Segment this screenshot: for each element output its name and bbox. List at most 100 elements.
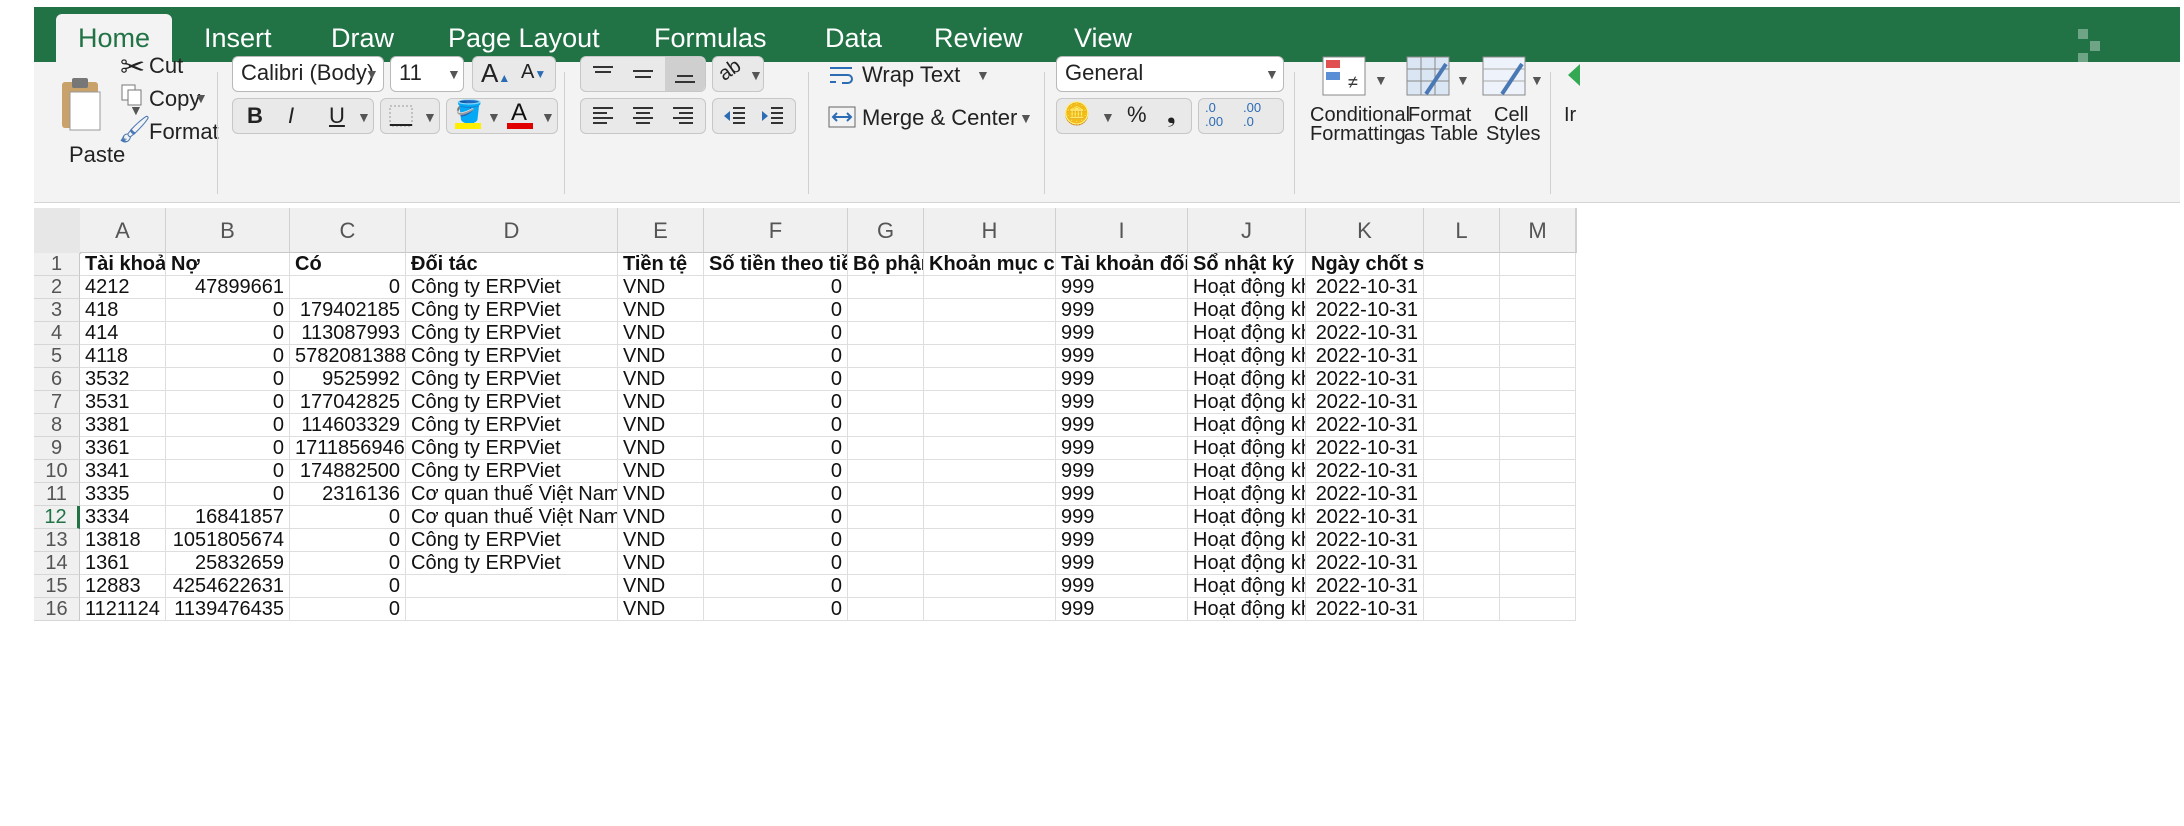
- table-cell[interactable]: 16841857: [166, 506, 290, 529]
- table-cell[interactable]: 0: [704, 414, 848, 437]
- table-cell[interactable]: 0: [290, 575, 406, 598]
- table-cell[interactable]: 999: [1056, 483, 1188, 506]
- wrap-text-dropdown-icon[interactable]: ▼: [976, 67, 990, 83]
- table-cell[interactable]: VND: [618, 391, 704, 414]
- row-header[interactable]: 13: [34, 529, 80, 552]
- header-cell[interactable]: Số tiền theo tiền tệ: [704, 253, 848, 276]
- table-cell[interactable]: Hoạt động khác: [1188, 345, 1306, 368]
- table-cell[interactable]: Công ty ERPViet: [406, 368, 618, 391]
- table-cell[interactable]: Hoạt động khác: [1188, 276, 1306, 299]
- table-cell[interactable]: [848, 460, 924, 483]
- table-cell[interactable]: 999: [1056, 276, 1188, 299]
- header-cell[interactable]: Bộ phận: [848, 253, 924, 276]
- table-cell[interactable]: [924, 483, 1056, 506]
- table-cell[interactable]: Công ty ERPViet: [406, 276, 618, 299]
- table-cell[interactable]: VND: [618, 345, 704, 368]
- table-cell[interactable]: 999: [1056, 506, 1188, 529]
- accounting-format-icon[interactable]: 🪙: [1063, 101, 1090, 127]
- table-cell[interactable]: 0: [290, 529, 406, 552]
- table-cell[interactable]: 2022-10-31: [1306, 437, 1424, 460]
- table-cell[interactable]: 2022-10-31: [1306, 276, 1424, 299]
- table-cell[interactable]: 999: [1056, 460, 1188, 483]
- font-family-select[interactable]: Calibri (Body) ▼: [232, 56, 384, 92]
- table-cell[interactable]: [924, 276, 1056, 299]
- tab-draw[interactable]: Draw: [331, 14, 394, 62]
- row-header[interactable]: 1: [34, 253, 80, 276]
- table-cell[interactable]: 2022-10-31: [1306, 414, 1424, 437]
- table-cell[interactable]: [1500, 299, 1576, 322]
- wrap-text-button[interactable]: Wrap Text: [862, 62, 960, 88]
- table-cell[interactable]: 2022-10-31: [1306, 529, 1424, 552]
- cut-icon[interactable]: ✂: [120, 50, 145, 85]
- font-size-select[interactable]: 11 ▼: [390, 56, 464, 92]
- wrap-text-icon[interactable]: [828, 64, 856, 86]
- table-cell[interactable]: Hoạt động khác: [1188, 437, 1306, 460]
- table-cell[interactable]: 2022-10-31: [1306, 368, 1424, 391]
- table-cell[interactable]: 1711856946: [290, 437, 406, 460]
- cell-styles-label-2[interactable]: Styles: [1486, 123, 1540, 146]
- row-header[interactable]: 4: [34, 322, 80, 345]
- header-cell[interactable]: Tiền tệ: [618, 253, 704, 276]
- table-cell[interactable]: 3341: [80, 460, 166, 483]
- orientation-button[interactable]: ab ▼: [712, 55, 764, 92]
- table-cell[interactable]: [848, 483, 924, 506]
- table-cell[interactable]: 1139476435: [166, 598, 290, 621]
- table-cell[interactable]: 0: [704, 506, 848, 529]
- table-cell[interactable]: 414: [80, 322, 166, 345]
- table-cell[interactable]: Công ty ERPViet: [406, 529, 618, 552]
- table-cell[interactable]: 0: [704, 299, 848, 322]
- table-cell[interactable]: 2022-10-31: [1306, 483, 1424, 506]
- table-cell[interactable]: Hoạt động khác: [1188, 529, 1306, 552]
- table-cell[interactable]: 9525992: [290, 368, 406, 391]
- table-cell[interactable]: 2022-10-31: [1306, 460, 1424, 483]
- column-header-l[interactable]: L: [1424, 208, 1500, 253]
- table-cell[interactable]: 0: [704, 391, 848, 414]
- table-cell[interactable]: [848, 437, 924, 460]
- table-cell[interactable]: [1500, 414, 1576, 437]
- table-cell[interactable]: Hoạt động khác: [1188, 483, 1306, 506]
- table-cell[interactable]: 418: [80, 299, 166, 322]
- table-cell[interactable]: [1500, 437, 1576, 460]
- table-cell[interactable]: [924, 529, 1056, 552]
- tab-review[interactable]: Review: [934, 14, 1023, 62]
- table-cell[interactable]: [1500, 368, 1576, 391]
- table-cell[interactable]: 179402185: [290, 299, 406, 322]
- table-cell[interactable]: [924, 598, 1056, 621]
- table-cell[interactable]: [848, 368, 924, 391]
- table-cell[interactable]: 2022-10-31: [1306, 345, 1424, 368]
- table-cell[interactable]: [1424, 345, 1500, 368]
- table-cell[interactable]: [924, 299, 1056, 322]
- percent-style-button[interactable]: %: [1127, 102, 1147, 128]
- table-cell[interactable]: [1424, 368, 1500, 391]
- table-cell[interactable]: 47899661: [166, 276, 290, 299]
- conditional-formatting-label-2[interactable]: Formatting: [1310, 123, 1406, 146]
- format-painter-button[interactable]: Format: [149, 119, 219, 145]
- table-cell[interactable]: Hoạt động khác: [1188, 460, 1306, 483]
- table-cell[interactable]: Hoạt động khác: [1188, 414, 1306, 437]
- table-cell[interactable]: 1361: [80, 552, 166, 575]
- conditional-formatting-icon[interactable]: ≠: [1322, 56, 1366, 96]
- merge-center-icon[interactable]: [828, 106, 856, 128]
- table-cell[interactable]: Công ty ERPViet: [406, 345, 618, 368]
- table-cell[interactable]: [848, 391, 924, 414]
- table-cell[interactable]: 0: [704, 529, 848, 552]
- table-cell[interactable]: Cơ quan thuế Việt Nam: [406, 506, 618, 529]
- merge-center-dropdown-icon[interactable]: ▼: [1019, 110, 1033, 126]
- table-cell[interactable]: [1500, 460, 1576, 483]
- table-cell[interactable]: 0: [166, 299, 290, 322]
- table-cell[interactable]: 0: [290, 598, 406, 621]
- table-cell[interactable]: 0: [166, 391, 290, 414]
- table-cell[interactable]: 3335: [80, 483, 166, 506]
- table-cell[interactable]: [1500, 345, 1576, 368]
- table-cell[interactable]: [1424, 483, 1500, 506]
- row-header[interactable]: 8: [34, 414, 80, 437]
- column-header-k[interactable]: K: [1306, 208, 1424, 253]
- copy-button[interactable]: Copy: [149, 86, 200, 112]
- table-cell[interactable]: VND: [618, 414, 704, 437]
- table-cell[interactable]: 0: [704, 483, 848, 506]
- table-cell[interactable]: [1424, 299, 1500, 322]
- tab-insert[interactable]: Insert: [204, 14, 272, 62]
- header-cell[interactable]: [1500, 253, 1576, 276]
- row-header[interactable]: 7: [34, 391, 80, 414]
- cell-styles-icon[interactable]: [1482, 56, 1526, 96]
